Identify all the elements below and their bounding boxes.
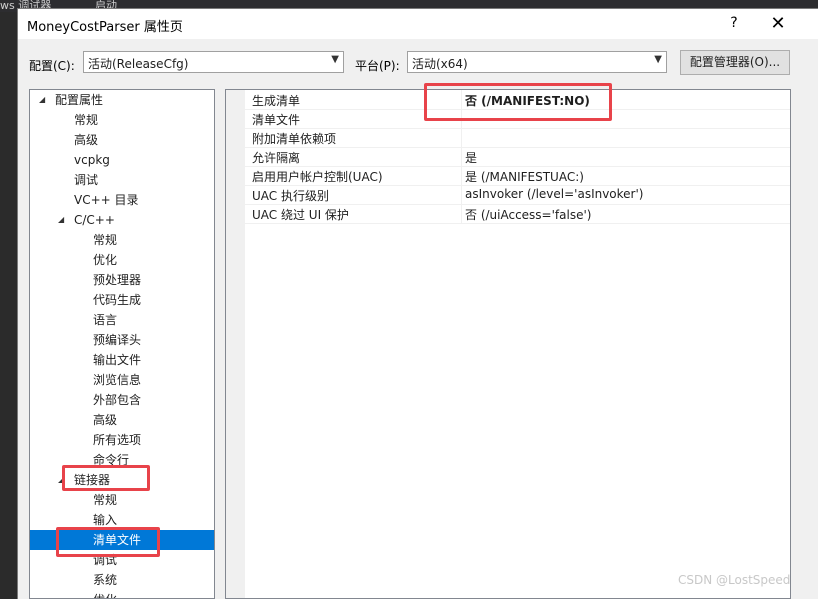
property-name: 附加清单依赖项 bbox=[252, 132, 337, 146]
tree-item-label: 优化 bbox=[93, 253, 118, 267]
tree-item-label: 外部包含 bbox=[93, 393, 142, 407]
expand-arrow-icon[interactable]: ◢ bbox=[39, 90, 45, 110]
tree-item-label: C/C++ bbox=[74, 213, 115, 227]
property-name: 允许隔离 bbox=[252, 151, 301, 165]
tree-item-label: 调试 bbox=[74, 173, 99, 187]
property-name: UAC 绕过 UI 保护 bbox=[252, 208, 349, 222]
platform-value: 活动(x64) bbox=[412, 57, 468, 71]
column-divider bbox=[461, 147, 462, 166]
column-divider bbox=[461, 166, 462, 185]
tree-item-label: 高级 bbox=[74, 133, 99, 147]
tree-item-label: 所有选项 bbox=[93, 433, 142, 447]
property-value[interactable]: 是 bbox=[465, 149, 477, 166]
help-button[interactable]: ? bbox=[726, 15, 742, 33]
tree-item-label: 浏览信息 bbox=[93, 373, 142, 387]
tree-item-label: vcpkg bbox=[74, 153, 110, 167]
tree-item-label: 输出文件 bbox=[93, 353, 142, 367]
watermark-text: CSDN @LostSpeed bbox=[678, 573, 791, 587]
tree-item-label: 常规 bbox=[93, 493, 118, 507]
property-name: UAC 执行级别 bbox=[252, 189, 329, 203]
property-value[interactable]: asInvoker (/level='asInvoker') bbox=[465, 187, 643, 201]
configuration-dropdown[interactable]: 活动(ReleaseCfg) ▼ bbox=[83, 51, 344, 73]
column-divider bbox=[461, 204, 462, 223]
tree-item-label: 系统 bbox=[93, 573, 118, 587]
chevron-down-icon: ▼ bbox=[331, 54, 339, 65]
configuration-value: 活动(ReleaseCfg) bbox=[88, 57, 189, 71]
tree-item-label: 预编译头 bbox=[93, 333, 142, 347]
manifest-file-highlight bbox=[56, 527, 160, 557]
property-row[interactable]: 附加清单依赖项 bbox=[245, 128, 790, 148]
close-button[interactable]: ✕ bbox=[768, 13, 788, 34]
property-value[interactable]: 否 (/uiAccess='false') bbox=[465, 206, 591, 223]
property-value[interactable]: 是 (/MANIFESTUAC:) bbox=[465, 168, 584, 185]
column-divider bbox=[461, 128, 462, 147]
tree-item-label: 代码生成 bbox=[93, 293, 142, 307]
chevron-down-icon: ▼ bbox=[654, 54, 662, 65]
column-divider bbox=[461, 185, 462, 204]
tree-item-label: 高级 bbox=[93, 413, 118, 427]
configuration-manager-button[interactable]: 配置管理器(O)... bbox=[680, 50, 790, 75]
linker-highlight bbox=[62, 465, 150, 491]
property-name: 启用用户帐户控制(UAC) bbox=[252, 170, 383, 184]
title-bar: MoneyCostParser 属性页 ? ✕ bbox=[18, 9, 818, 39]
tree-item-label: 配置属性 bbox=[55, 93, 104, 107]
expand-arrow-icon[interactable]: ◢ bbox=[58, 210, 64, 230]
property-row[interactable]: UAC 绕过 UI 保护 否 (/uiAccess='false') bbox=[245, 204, 790, 224]
window-title: MoneyCostParser 属性页 bbox=[27, 20, 183, 35]
property-grid: 生成清单否 (/MANIFEST:NO) 清单文件 附加清单依赖项 允许隔离是启用用户… bbox=[225, 89, 791, 599]
manifest-value-highlight bbox=[424, 83, 612, 121]
property-pages-dialog: MoneyCostParser 属性页 ? ✕ 配置(C): 活动(Releas… bbox=[17, 8, 818, 599]
tree-item-label: 预处理器 bbox=[93, 273, 142, 287]
property-name: 清单文件 bbox=[252, 113, 301, 127]
tree-item-label: VC++ 目录 bbox=[74, 193, 139, 207]
tree-item-label: 常规 bbox=[74, 113, 99, 127]
platform-dropdown[interactable]: 活动(x64) ▼ bbox=[407, 51, 667, 73]
property-name: 生成清单 bbox=[252, 94, 301, 108]
configuration-label: 配置(C): bbox=[29, 59, 75, 73]
property-tree: ◢ 配置属性 常规 高级 vcpkg 调试 VC++ 目录 ◢ C/C++ 常规 优化 预处理器 代码生… bbox=[29, 89, 215, 599]
grid-gutter bbox=[226, 90, 245, 598]
tree-item-label: 常规 bbox=[93, 233, 118, 247]
tree-item-label: 语言 bbox=[93, 313, 118, 327]
property-row[interactable]: UAC 执行级别 asInvoker (/level='asInvoker') bbox=[245, 185, 790, 205]
property-row[interactable]: 启用用户帐户控制(UAC) 是 (/MANIFESTUAC:) bbox=[245, 166, 790, 186]
property-row[interactable]: 允许隔离 是 bbox=[245, 147, 790, 167]
platform-label: 平台(P): bbox=[355, 59, 400, 73]
